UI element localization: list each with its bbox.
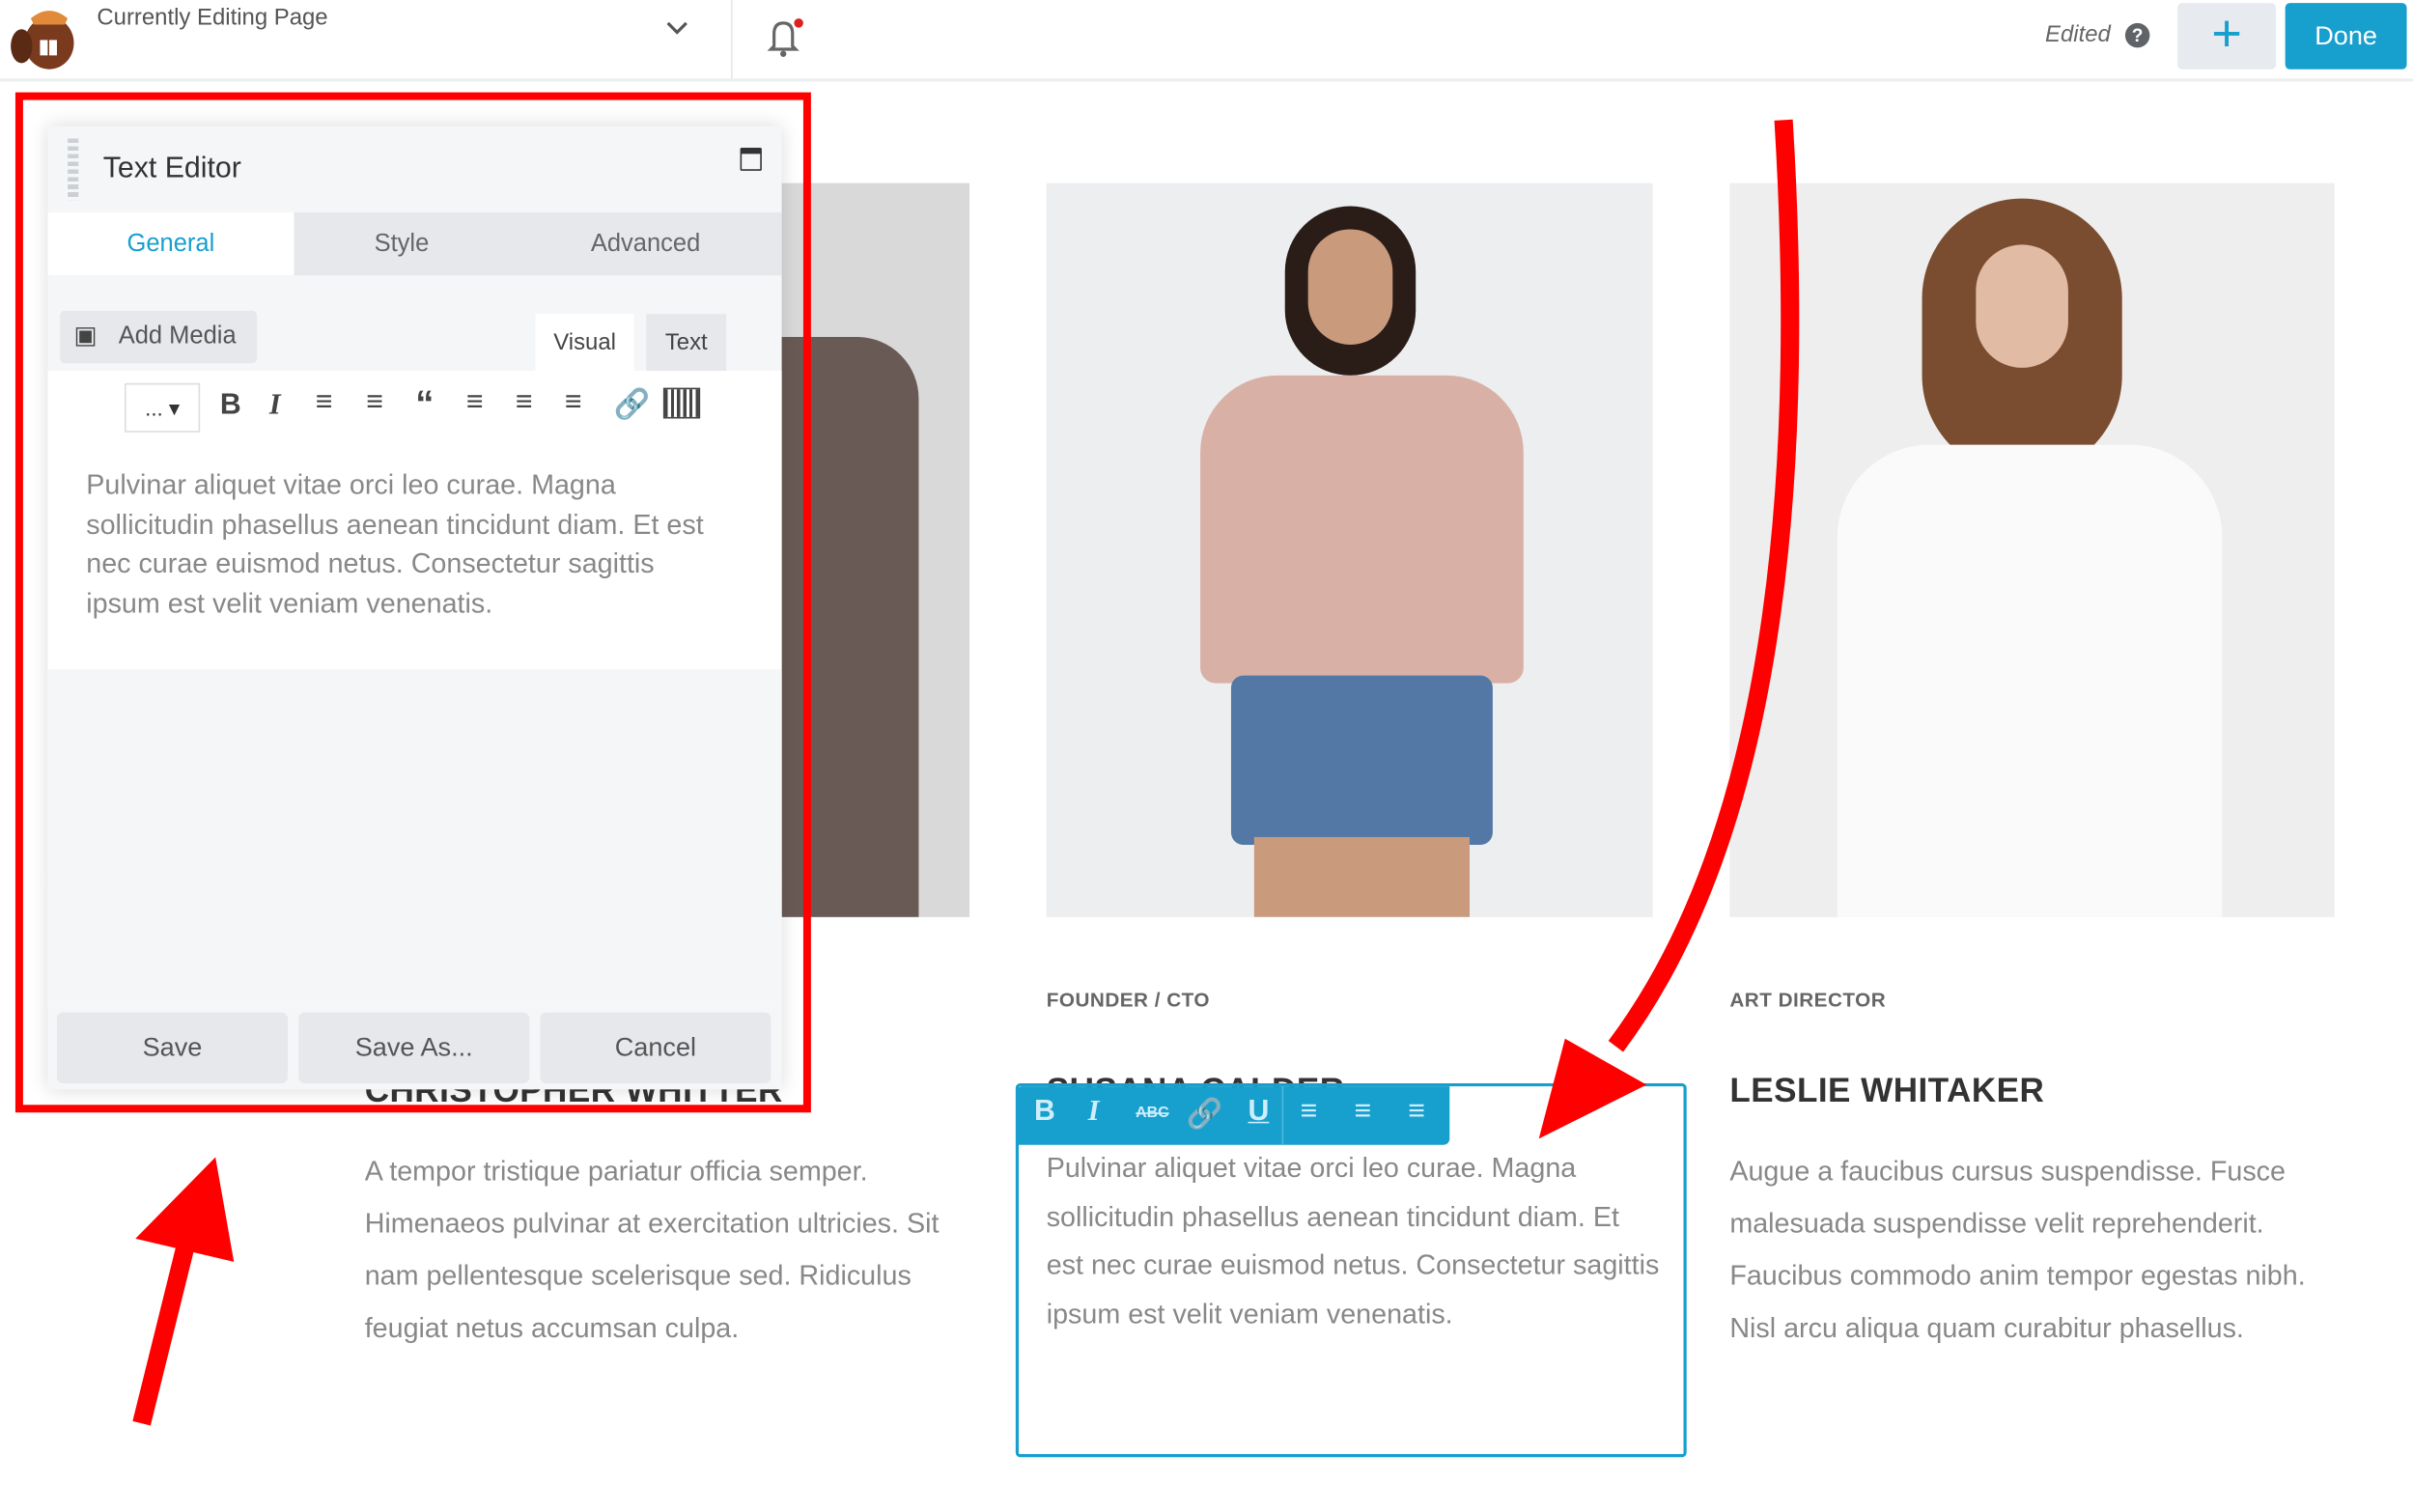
arrow-up-shaft — [132, 1228, 199, 1426]
arrow-up-head — [135, 1157, 235, 1262]
arrow-down-head — [1538, 1038, 1647, 1139]
annotation-arrows — [132, 119, 1800, 1426]
arrow-down-shaft — [1608, 119, 1800, 1052]
